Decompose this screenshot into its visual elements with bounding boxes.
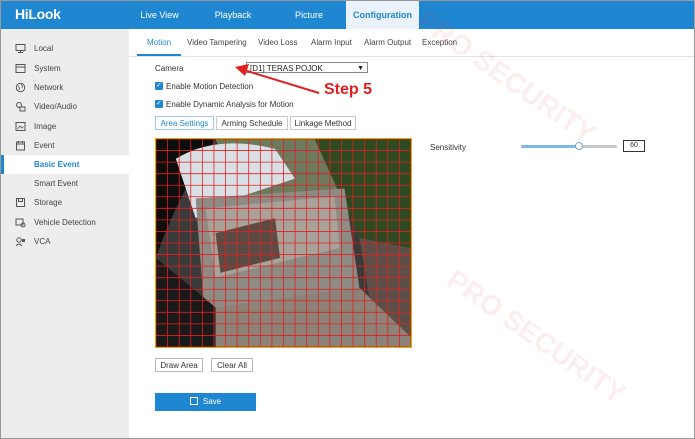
sidebar-item-label: VCA [34, 237, 51, 246]
nav-tab-picture[interactable]: Picture [276, 1, 342, 29]
tab-linkage-method[interactable]: Linkage Method [290, 116, 356, 130]
sidebar-item-label: Smart Event [34, 179, 79, 188]
sensitivity-label: Sensitivity [430, 143, 467, 152]
draw-area-button[interactable]: Draw Area [155, 358, 203, 372]
sidebar-item-vehicle-detection[interactable]: Vehicle Detection [1, 213, 129, 232]
camera-select-value: [D1] TERAS POJOK [250, 64, 323, 73]
save-button[interactable]: Save [155, 393, 256, 411]
camera-label: Camera [155, 64, 184, 73]
sidebar-item-label: Vehicle Detection [34, 218, 96, 227]
tab-alarm-output[interactable]: Alarm Output [364, 38, 411, 47]
enable-motion-checkbox[interactable]: ✓ [155, 82, 163, 90]
sidebar-item-label: Network [34, 83, 64, 92]
storage-icon [15, 197, 26, 208]
main-content: Motion Video Tampering Video Loss Alarm … [129, 29, 694, 438]
sensitivity-value[interactable]: 60 [623, 140, 645, 152]
sidebar-item-label: Local [34, 44, 54, 53]
logo: HiLook [15, 6, 61, 22]
tab-area-settings[interactable]: Area Settings [155, 116, 214, 130]
sensitivity-slider[interactable] [521, 142, 617, 150]
enable-dynamic-analysis-checkbox[interactable]: ✓ [155, 100, 163, 108]
sidebar-item-system[interactable]: System [1, 59, 129, 78]
sidebar-item-storage[interactable]: Storage [1, 193, 129, 212]
sidebar-item-vca[interactable]: VCA [1, 232, 129, 251]
monitor-icon [15, 43, 26, 54]
vca-icon [15, 236, 26, 247]
tab-exception[interactable]: Exception [422, 38, 457, 47]
nav-tab-playback[interactable]: Playback [196, 1, 270, 29]
sensitivity-slider-fill [521, 145, 579, 148]
enable-dynamic-analysis-label: Enable Dynamic Analysis for Motion [166, 100, 294, 109]
event-icon [15, 140, 26, 151]
save-button-label: Save [202, 397, 222, 406]
sidebar-item-label: Video/Audio [34, 102, 77, 111]
motion-detection-grid[interactable] [156, 139, 411, 347]
sidebar-item-label: Event [34, 141, 55, 150]
sidebar-item-label: Basic Event [34, 160, 80, 169]
save-icon [189, 397, 198, 405]
globe-icon [15, 82, 26, 93]
sidebar-item-label: Image [34, 122, 57, 131]
camera-select[interactable]: [D1] TERAS POJOK ▼ [246, 62, 368, 73]
chevron-down-icon: ▼ [357, 65, 364, 72]
tab-video-tampering[interactable]: Video Tampering [187, 38, 247, 47]
sidebar-item-basic-event[interactable]: Basic Event [1, 155, 129, 174]
sidebar-item-event[interactable]: Event [1, 136, 129, 155]
tab-video-loss[interactable]: Video Loss [258, 38, 297, 47]
tab-divider [129, 56, 694, 57]
sidebar-item-video-audio[interactable]: Video/Audio [1, 97, 129, 116]
sidebar-item-local[interactable]: Local [1, 39, 129, 58]
camera-preview[interactable] [155, 138, 412, 348]
top-nav-bar: HiLook Live View Playback Picture Config… [1, 1, 694, 29]
tab-arming-schedule[interactable]: Arming Schedule [216, 116, 288, 130]
app-window: HiLook Live View Playback Picture Config… [0, 0, 695, 439]
sidebar-item-label: Storage [34, 198, 63, 207]
sidebar-item-label: System [34, 64, 61, 73]
sensitivity-slider-thumb[interactable] [574, 142, 583, 150]
system-icon [15, 63, 26, 74]
vehicle-detection-icon [15, 217, 26, 228]
nav-tab-live-view[interactable]: Live View [129, 1, 190, 29]
enable-motion-label: Enable Motion Detection [166, 82, 254, 91]
image-icon [15, 121, 26, 132]
sidebar-item-network[interactable]: Network [1, 78, 129, 97]
tab-motion[interactable]: Motion [147, 38, 171, 47]
sidebar-item-image[interactable]: Image [1, 117, 129, 136]
video-audio-icon [15, 101, 26, 112]
sidebar: Local System Network Video/Audio Image E… [1, 29, 129, 438]
sidebar-item-smart-event[interactable]: Smart Event [1, 174, 129, 193]
tab-alarm-input[interactable]: Alarm Input [311, 38, 352, 47]
step-annotation: Step 5 [324, 81, 373, 98]
clear-all-button[interactable]: Clear All [211, 358, 253, 372]
nav-tab-configuration[interactable]: Configuration [346, 1, 419, 29]
